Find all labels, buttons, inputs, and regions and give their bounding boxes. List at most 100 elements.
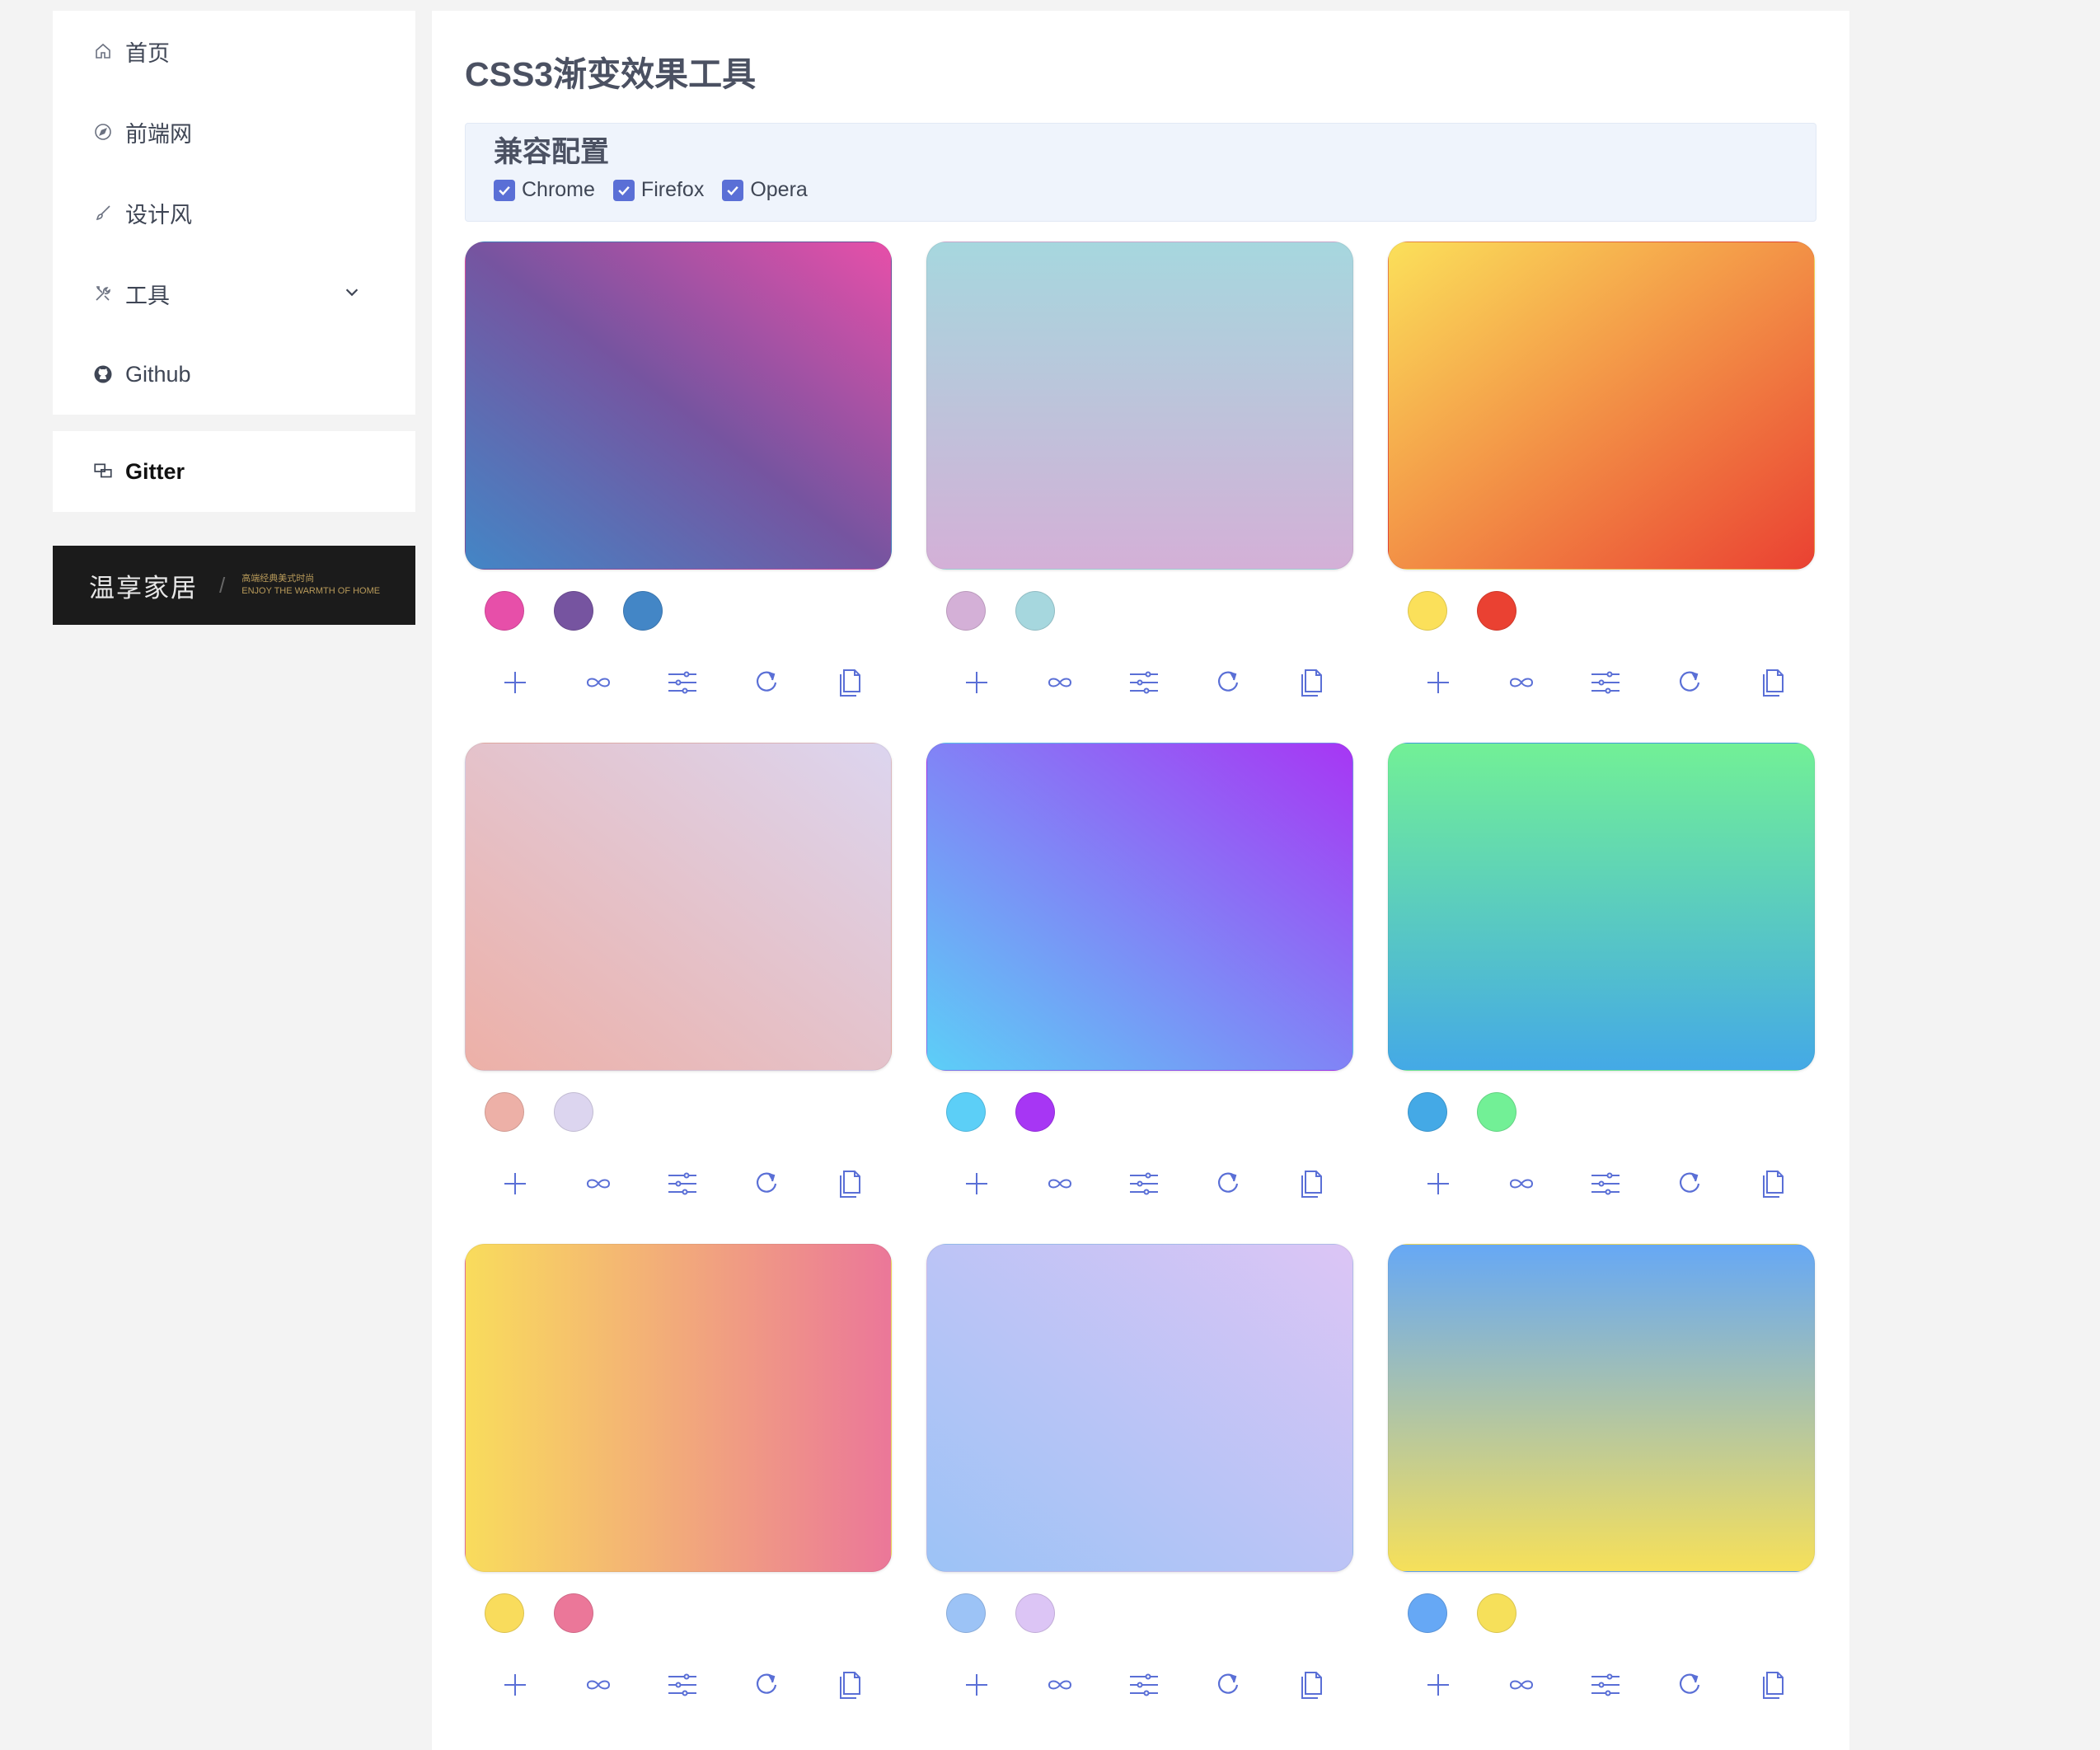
add-color-button[interactable] — [935, 1664, 1019, 1705]
sliders-icon — [1129, 671, 1158, 694]
gradient-preview[interactable] — [1388, 743, 1815, 1071]
color-stop-swatch[interactable] — [554, 1092, 593, 1132]
color-stop-swatch[interactable] — [554, 591, 593, 631]
sidebar-item-home[interactable]: 首页 — [53, 11, 415, 91]
color-stop-swatch[interactable] — [1015, 591, 1055, 631]
copy-button[interactable] — [1269, 662, 1353, 703]
copy-icon — [840, 1672, 861, 1699]
rotate-button[interactable] — [724, 1163, 809, 1204]
color-stop-swatch[interactable] — [946, 1593, 986, 1633]
loop-button[interactable] — [1019, 1163, 1103, 1204]
adjust-button[interactable] — [1102, 662, 1186, 703]
copy-button[interactable] — [808, 1664, 892, 1705]
ad-banner[interactable]: 温享家居 / 高端经典美式时尚 ENJOY THE WARMTH OF HOME — [53, 546, 415, 625]
copy-button[interactable] — [1731, 662, 1815, 703]
adjust-button[interactable] — [640, 1664, 724, 1705]
color-stop-swatch[interactable] — [1477, 1092, 1516, 1132]
copy-button[interactable] — [808, 1163, 892, 1204]
copy-button[interactable] — [808, 662, 892, 703]
gradient-preview[interactable] — [926, 1244, 1353, 1572]
rotate-button[interactable] — [1648, 662, 1732, 703]
copy-button[interactable] — [1731, 1163, 1815, 1204]
sidebar-item-design[interactable]: 设计风 — [53, 172, 415, 253]
sidebar-item-tools[interactable]: 工具 — [53, 253, 415, 334]
color-stop-swatch[interactable] — [485, 1593, 524, 1633]
gradient-preview[interactable] — [926, 242, 1353, 570]
copy-icon — [1763, 669, 1784, 697]
gradient-card — [465, 1244, 892, 1745]
checkbox-chrome[interactable]: Chrome — [494, 178, 595, 202]
adjust-button[interactable] — [640, 662, 724, 703]
sidebar-item-github[interactable]: Github — [53, 334, 415, 415]
adjust-button[interactable] — [1563, 662, 1648, 703]
rotate-button[interactable] — [1186, 1664, 1270, 1705]
add-color-button[interactable] — [1396, 1664, 1480, 1705]
loop-button[interactable] — [557, 1664, 641, 1705]
loop-button[interactable] — [1480, 1664, 1564, 1705]
color-stop-swatch[interactable] — [1015, 1593, 1055, 1633]
rotate-button[interactable] — [724, 1664, 809, 1705]
color-stop-swatch[interactable] — [1408, 591, 1447, 631]
gitter-link[interactable]: Gitter — [53, 431, 415, 512]
gradient-preview[interactable] — [465, 743, 892, 1071]
color-stop-swatch[interactable] — [485, 1092, 524, 1132]
rotate-button[interactable] — [1648, 1664, 1732, 1705]
add-color-button[interactable] — [473, 1163, 557, 1204]
gradient-preview[interactable] — [1388, 242, 1815, 570]
copy-button[interactable] — [1269, 1163, 1353, 1204]
color-stop-swatch[interactable] — [946, 591, 986, 631]
loop-button[interactable] — [557, 662, 641, 703]
gradient-preview[interactable] — [926, 743, 1353, 1071]
gradient-card — [1388, 1244, 1815, 1745]
color-stop-swatch[interactable] — [623, 591, 663, 631]
loop-button[interactable] — [1019, 662, 1103, 703]
color-stop-swatch[interactable] — [1408, 1593, 1447, 1633]
checkbox-checked-icon[interactable] — [494, 179, 515, 201]
rotate-icon — [1679, 1172, 1699, 1193]
adjust-button[interactable] — [1102, 1664, 1186, 1705]
checkbox-opera[interactable]: Opera — [722, 178, 808, 202]
adjust-button[interactable] — [640, 1163, 724, 1204]
chevron-down-icon[interactable] — [343, 283, 361, 301]
adjust-button[interactable] — [1563, 1163, 1648, 1204]
color-stop-swatch[interactable] — [1477, 591, 1516, 631]
color-stop-swatch[interactable] — [1477, 1593, 1516, 1633]
sidebar-item-frontend[interactable]: 前端网 — [53, 91, 415, 172]
loop-button[interactable] — [1480, 1163, 1564, 1204]
loop-button[interactable] — [1480, 662, 1564, 703]
rotate-button[interactable] — [1186, 1163, 1270, 1204]
loop-button[interactable] — [557, 1163, 641, 1204]
checkbox-checked-icon[interactable] — [612, 179, 635, 201]
color-stop-swatch[interactable] — [554, 1593, 593, 1633]
add-color-button[interactable] — [935, 1163, 1019, 1204]
adjust-button[interactable] — [1102, 1163, 1186, 1204]
gradient-preview[interactable] — [465, 1244, 892, 1572]
color-stop-swatch[interactable] — [1408, 1092, 1447, 1132]
add-color-button[interactable] — [473, 1664, 557, 1705]
plus-icon — [1427, 1173, 1449, 1194]
add-color-button[interactable] — [473, 662, 557, 703]
loop-button[interactable] — [1019, 1664, 1103, 1705]
add-color-button[interactable] — [1396, 662, 1480, 703]
checkbox-firefox[interactable]: Firefox — [612, 178, 704, 202]
copy-button[interactable] — [1731, 1664, 1815, 1705]
color-stops — [1388, 1593, 1815, 1635]
infinity-icon — [1048, 1680, 1072, 1690]
gradient-preview[interactable] — [1388, 1244, 1815, 1572]
adjust-button[interactable] — [1563, 1664, 1648, 1705]
color-stop-swatch[interactable] — [485, 591, 524, 631]
add-color-button[interactable] — [935, 662, 1019, 703]
rotate-button[interactable] — [1648, 1163, 1732, 1204]
checkbox-checked-icon[interactable] — [722, 179, 744, 201]
color-stop-swatch[interactable] — [946, 1092, 986, 1132]
color-stop-swatch[interactable] — [1015, 1092, 1055, 1132]
gradient-card — [926, 242, 1353, 743]
rotate-button[interactable] — [1186, 662, 1270, 703]
rotate-button[interactable] — [724, 662, 809, 703]
copy-icon — [1763, 1171, 1784, 1198]
sidebar-item-label: Github — [125, 361, 191, 387]
color-stops — [926, 591, 1353, 632]
add-color-button[interactable] — [1396, 1163, 1480, 1204]
gradient-preview[interactable] — [465, 242, 892, 570]
copy-button[interactable] — [1269, 1664, 1353, 1705]
